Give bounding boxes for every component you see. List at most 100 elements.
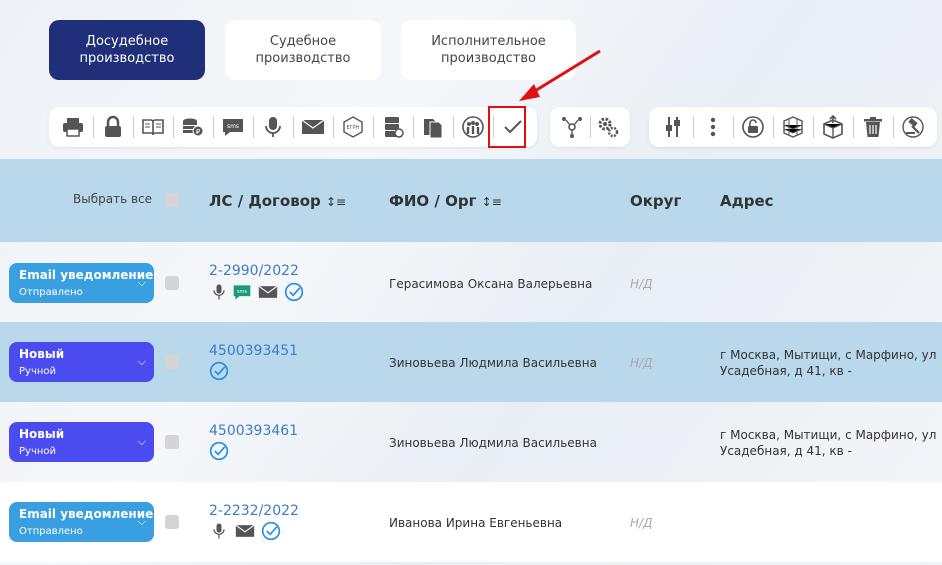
sms-icon: sms xyxy=(233,285,251,300)
status-sub: Ручной xyxy=(19,446,57,457)
printer-icon xyxy=(63,118,83,137)
chevron-down-icon: ⌵ xyxy=(137,515,146,528)
status-dropdown[interactable]: Email уведомление Отправлено ⌵ xyxy=(9,263,154,303)
table-row: Новый Ручной ⌵ 4500393451 Зиновьева Людм… xyxy=(0,322,942,402)
cube-grid-icon xyxy=(783,116,803,138)
settings-button[interactable] xyxy=(590,110,626,144)
toolbar-secondary xyxy=(550,107,630,147)
ls-link[interactable]: 4500393461 xyxy=(209,423,298,439)
email-button[interactable] xyxy=(293,110,333,144)
svg-text:₽: ₽ xyxy=(196,128,201,136)
people-button[interactable] xyxy=(453,110,493,144)
egrn-icon: ЕГРН xyxy=(343,116,363,138)
server-icon xyxy=(385,117,404,138)
payments-button[interactable]: ₽ xyxy=(173,110,213,144)
coins-icon: ₽ xyxy=(183,118,204,137)
print-button[interactable] xyxy=(53,110,93,144)
toolbar-main: ₽ sms ЕГРН xyxy=(49,107,537,147)
okrug-text: Н/Д xyxy=(630,356,653,370)
envelope-icon xyxy=(235,524,255,537)
sort-icon[interactable]: ↕≡ xyxy=(482,195,502,209)
chevron-down-icon: ⌵ xyxy=(137,355,146,368)
svg-text:sms: sms xyxy=(227,123,239,130)
microphone-icon xyxy=(213,523,225,539)
court-button[interactable] xyxy=(893,110,933,144)
row-icons xyxy=(209,521,281,541)
row-icons xyxy=(209,441,229,461)
unlock-icon xyxy=(742,116,764,138)
chevron-down-icon: ⌵ xyxy=(137,435,146,448)
registry-button[interactable] xyxy=(373,110,413,144)
okrug-text: Н/Д xyxy=(630,516,653,530)
unlock-button[interactable] xyxy=(733,110,773,144)
svg-text:sms: sms xyxy=(237,289,247,295)
okrug-text: Н/Д xyxy=(630,277,653,291)
column-header-okrug: Округ xyxy=(630,192,682,210)
kebab-icon xyxy=(710,117,716,137)
status-label: Новый xyxy=(19,427,65,441)
book-button[interactable] xyxy=(133,110,173,144)
verified-icon xyxy=(209,361,229,381)
status-label: Новый xyxy=(19,347,65,361)
table-header: Выбрать все ЛС / Договор ↕≡ ФИО / Орг ↕≡… xyxy=(0,159,942,242)
ls-link[interactable]: 2-2990/2022 xyxy=(209,263,299,279)
tree-button[interactable] xyxy=(554,110,590,144)
sliders-icon xyxy=(666,117,680,137)
tree-icon xyxy=(562,117,582,138)
egrn-button[interactable]: ЕГРН xyxy=(333,110,373,144)
ls-link[interactable]: 2-2232/2022 xyxy=(209,503,299,519)
row-checkbox[interactable] xyxy=(165,515,179,529)
envelope-icon xyxy=(301,119,325,134)
table-row: Email уведомление Отправлено ⌵ 2-2990/20… xyxy=(0,243,942,323)
table-row: Новый Ручной ⌵ 4500393461 Зиновьева Людм… xyxy=(0,402,942,482)
select-all-checkbox[interactable] xyxy=(165,193,179,207)
row-checkbox[interactable] xyxy=(165,435,179,449)
row-checkbox[interactable] xyxy=(165,355,179,369)
status-label: Email уведомление xyxy=(19,507,154,521)
row-icons: sms xyxy=(209,282,304,302)
row-icons xyxy=(209,361,229,381)
voice-button[interactable] xyxy=(253,110,293,144)
book-icon xyxy=(142,119,164,136)
toolbar-actions xyxy=(649,107,937,147)
status-dropdown[interactable]: Новый Ручной ⌵ xyxy=(9,342,154,382)
status-dropdown[interactable]: Email уведомление Отправлено ⌵ xyxy=(9,502,154,542)
fio-text: Герасимова Оксана Валерьевна xyxy=(389,277,593,291)
microphone-icon xyxy=(213,284,225,300)
lock-button[interactable] xyxy=(93,110,133,144)
svg-text:ЕГРН: ЕГРН xyxy=(347,125,360,131)
column-header-fio[interactable]: ФИО / Орг ↕≡ xyxy=(389,192,502,210)
table-row: Email уведомление Отправлено ⌵ 2-2232/20… xyxy=(0,482,942,562)
people-icon xyxy=(462,116,484,138)
status-dropdown[interactable]: Новый Ручной ⌵ xyxy=(9,422,154,462)
ls-link[interactable]: 4500393451 xyxy=(209,343,298,359)
verified-icon xyxy=(284,282,304,302)
blocks-button[interactable] xyxy=(773,110,813,144)
fio-text: Зиновьева Людмила Васильевна xyxy=(389,356,597,370)
more-button[interactable] xyxy=(693,110,733,144)
tab-judicial[interactable]: Судебное производство xyxy=(225,20,381,80)
gavel-icon xyxy=(902,116,924,138)
delete-button[interactable] xyxy=(853,110,893,144)
export-button[interactable] xyxy=(813,110,853,144)
address-text: г Москва, Мытищи, с Марфино, ул Усадебна… xyxy=(720,348,937,378)
filters-button[interactable] xyxy=(653,110,693,144)
gears-icon xyxy=(598,117,619,138)
verified-icon xyxy=(209,441,229,461)
tab-executive[interactable]: Исполнительное производство xyxy=(401,20,576,80)
tab-pretrial[interactable]: Досудебное производство xyxy=(49,20,205,80)
verified-icon xyxy=(261,521,281,541)
documents-icon xyxy=(424,119,443,139)
status-sub: Отправлено xyxy=(19,526,83,537)
address-text: г Москва, Мытищи, с Марфино, ул Усадебна… xyxy=(720,428,937,458)
status-label: Email уведомление xyxy=(19,268,154,282)
documents-button[interactable] xyxy=(413,110,453,144)
row-checkbox[interactable] xyxy=(165,276,179,290)
sms-button[interactable]: sms xyxy=(213,110,253,144)
box-upload-icon xyxy=(823,115,843,139)
sort-icon[interactable]: ↕≡ xyxy=(326,195,346,209)
column-header-ls[interactable]: ЛС / Договор ↕≡ xyxy=(209,192,346,210)
column-header-address: Адрес xyxy=(720,192,774,210)
status-sub: Ручной xyxy=(19,366,57,377)
envelope-icon xyxy=(258,285,278,298)
